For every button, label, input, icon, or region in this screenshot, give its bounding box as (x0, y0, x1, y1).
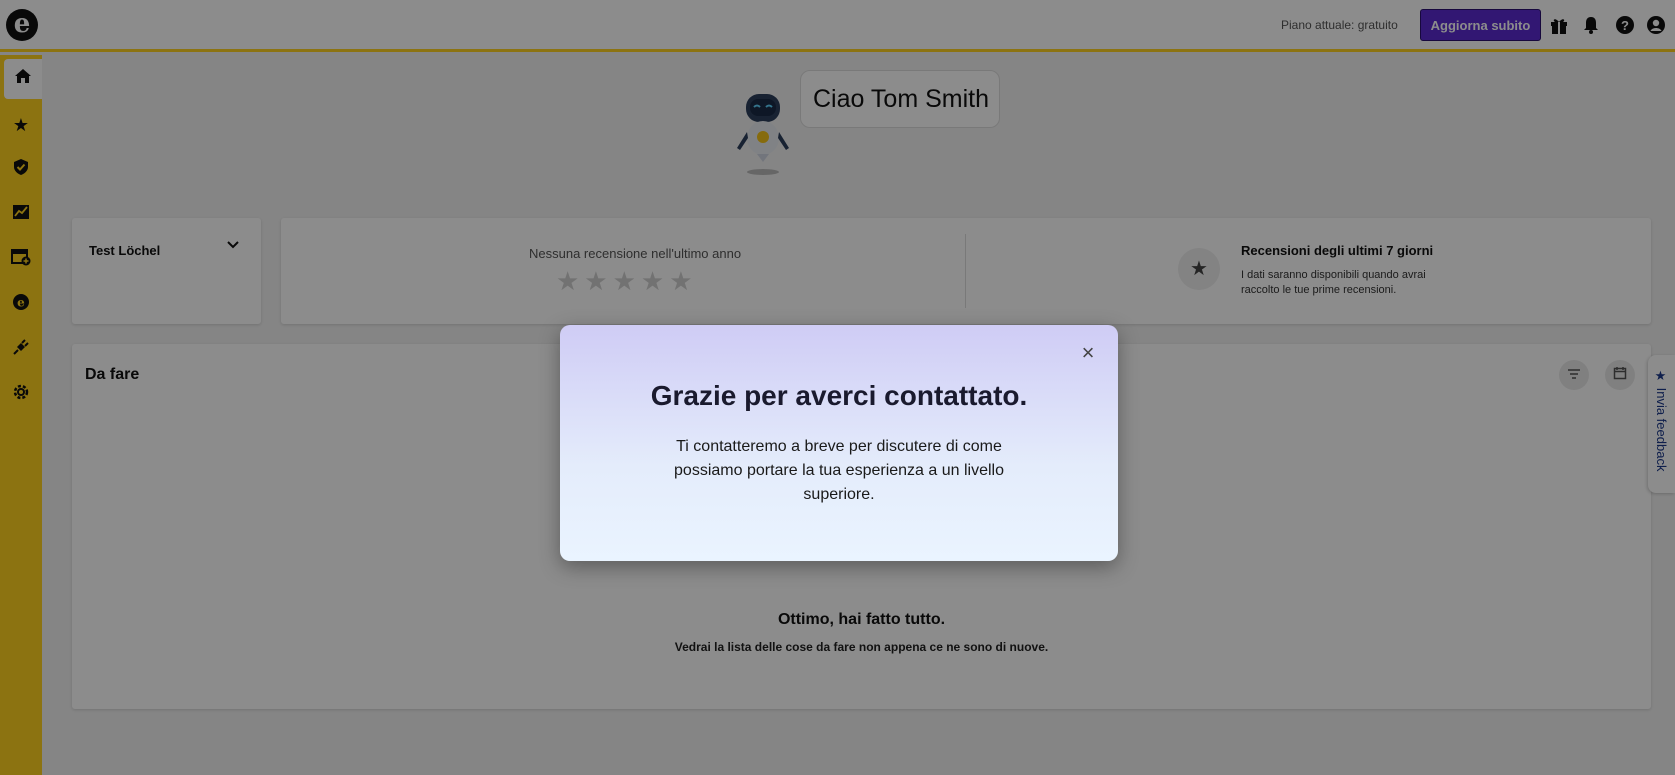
dialog-title: Grazie per averci contattato. (650, 380, 1028, 411)
close-icon[interactable]: × (1078, 342, 1098, 364)
dialog-message: Ti contatteremo a breve per discutere di… (674, 438, 1004, 503)
thank-you-dialog: × Grazie per averci contattato. Ti conta… (560, 325, 1118, 561)
